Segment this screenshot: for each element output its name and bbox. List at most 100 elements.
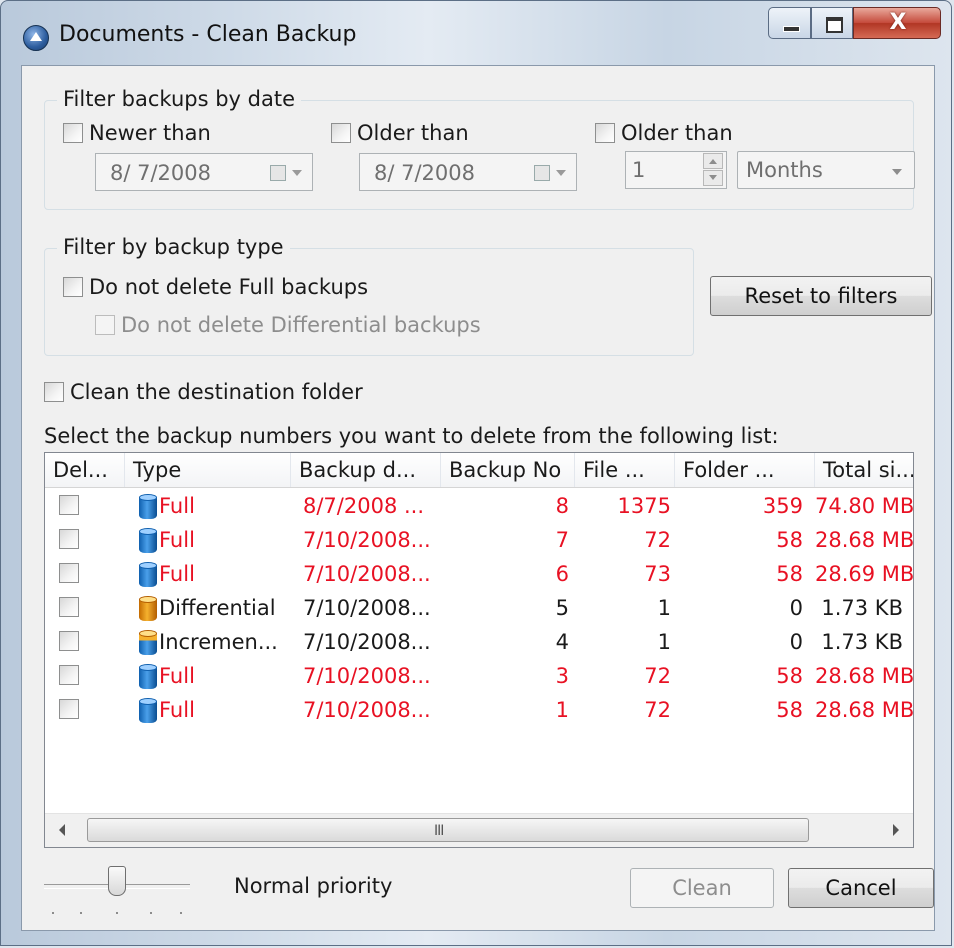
period-unit-value: Months: [746, 158, 823, 182]
cell-folders: 0: [789, 596, 803, 620]
maximize-button[interactable]: [811, 7, 853, 39]
cell-type: Full: [159, 494, 195, 518]
full-backup-icon: [139, 494, 157, 519]
cell-backup-date: 7/10/2008...: [303, 630, 431, 654]
cell-folders: 359: [762, 494, 803, 518]
list-header: Del... Type Backup d... Backup No File .…: [45, 453, 913, 488]
reset-to-filters-button[interactable]: Reset to filters: [710, 276, 932, 316]
cell-backup-date: 7/10/2008...: [303, 698, 431, 722]
column-header-files[interactable]: File ...: [575, 453, 675, 487]
cell-backup-no: 3: [555, 664, 569, 688]
cell-type: Differential: [159, 596, 276, 620]
close-button[interactable]: X: [853, 7, 941, 39]
newer-than-date-picker[interactable]: 8/ 7/2008: [95, 153, 313, 191]
cell-backup-date: 7/10/2008...: [303, 562, 431, 586]
scroll-left-icon[interactable]: [59, 824, 65, 836]
scrollbar-thumb[interactable]: III: [87, 818, 809, 842]
cell-backup-date: 7/10/2008...: [303, 528, 431, 552]
maximize-icon: [826, 17, 843, 33]
cell-backup-no: 7: [555, 528, 569, 552]
full-backup-icon: [139, 528, 157, 553]
no-full-checkbox-row[interactable]: Do not delete Full backups: [63, 275, 368, 299]
table-row[interactable]: Full 7/10/2008... 3 72 58 28.68 MB: [45, 659, 913, 693]
spinner-buttons: [703, 153, 725, 187]
column-header-backup-no[interactable]: Backup No: [441, 453, 575, 487]
clean-button[interactable]: Clean: [630, 868, 774, 908]
table-row[interactable]: Full 7/10/2008... 7 72 58 28.68 MB: [45, 523, 913, 557]
slider-tick: [150, 912, 152, 914]
cell-files: 72: [644, 698, 671, 722]
cell-files: 1375: [617, 494, 671, 518]
horizontal-scrollbar[interactable]: III: [45, 813, 913, 847]
cell-folders: 0: [789, 630, 803, 654]
slider-tick: [52, 912, 54, 914]
period-amount-spinner[interactable]: 1: [625, 151, 727, 189]
row-delete-checkbox[interactable]: [59, 699, 79, 719]
older-than-period-label: Older than: [621, 121, 733, 145]
scroll-right-icon[interactable]: [893, 824, 899, 836]
chevron-down-icon: [892, 169, 902, 175]
filter-by-date-group: Filter backups by date Newer than 8/ 7/2…: [44, 87, 915, 210]
older-than-period-checkbox[interactable]: [595, 123, 615, 143]
table-row[interactable]: Differential 7/10/2008... 5 1 0 1.73 KB: [45, 591, 913, 625]
row-delete-checkbox[interactable]: [59, 495, 79, 515]
row-delete-checkbox[interactable]: [59, 563, 79, 583]
cell-type: Full: [159, 664, 195, 688]
row-delete-checkbox[interactable]: [59, 529, 79, 549]
cell-files: 73: [644, 562, 671, 586]
cell-total-size: 28.69 MB: [815, 562, 914, 586]
no-differential-label: Do not delete Differential backups: [121, 313, 481, 337]
slider-tick: [116, 912, 118, 914]
spinner-up-button[interactable]: [703, 153, 723, 169]
cell-type: Full: [159, 698, 195, 722]
clean-backup-window: Documents - Clean Backup X Filter backup…: [0, 0, 952, 946]
table-row[interactable]: Incremen... 7/10/2008... 4 1 0 1.73 KB: [45, 625, 913, 659]
priority-slider-thumb[interactable]: [108, 866, 126, 896]
table-row[interactable]: Full 8/7/2008 ... 8 1375 359 74.80 MB: [45, 489, 913, 523]
slider-tick: [80, 912, 82, 914]
clean-destination-checkbox-row[interactable]: Clean the destination folder: [44, 380, 363, 404]
backup-list[interactable]: Del... Type Backup d... Backup No File .…: [44, 452, 914, 848]
period-unit-select[interactable]: Months: [737, 151, 915, 189]
cell-backup-no: 6: [555, 562, 569, 586]
row-delete-checkbox[interactable]: [59, 631, 79, 651]
no-full-label: Do not delete Full backups: [89, 275, 369, 299]
full-backup-icon: [139, 698, 157, 723]
cell-backup-date: 7/10/2008...: [303, 596, 431, 620]
clean-destination-label: Clean the destination folder: [70, 380, 363, 404]
column-header-delete[interactable]: Del...: [45, 453, 125, 487]
cancel-button[interactable]: Cancel: [788, 868, 934, 908]
cell-backup-date: 7/10/2008...: [303, 664, 431, 688]
filter-by-date-legend: Filter backups by date: [57, 87, 301, 111]
row-delete-checkbox[interactable]: [59, 597, 79, 617]
cell-backup-no: 1: [555, 698, 569, 722]
newer-than-checkbox[interactable]: [63, 123, 83, 143]
clean-destination-checkbox[interactable]: [44, 382, 64, 402]
row-delete-checkbox[interactable]: [59, 665, 79, 685]
no-differential-checkbox[interactable]: [95, 315, 115, 335]
older-than-date-label: Older than: [357, 121, 469, 145]
period-amount-value: 1: [632, 158, 646, 182]
older-than-date-checkbox[interactable]: [331, 123, 351, 143]
older-than-date-checkbox-row[interactable]: Older than: [331, 121, 469, 145]
newer-than-checkbox-row[interactable]: Newer than: [63, 121, 211, 145]
cell-total-size: 28.68 MB: [815, 664, 914, 688]
table-row[interactable]: Full 7/10/2008... 1 72 58 28.68 MB: [45, 693, 913, 727]
cell-files: 1: [657, 630, 671, 654]
title-bar[interactable]: Documents - Clean Backup X: [1, 1, 951, 63]
spinner-down-button[interactable]: [703, 170, 723, 186]
column-header-type[interactable]: Type: [125, 453, 291, 487]
column-header-total-size[interactable]: Total si...: [815, 453, 913, 487]
minimize-button[interactable]: [768, 7, 811, 39]
cell-folders: 58: [776, 562, 803, 586]
column-header-backup-date[interactable]: Backup d...: [291, 453, 441, 487]
no-differential-checkbox-row[interactable]: Do not delete Differential backups: [95, 313, 481, 337]
table-row[interactable]: Full 7/10/2008... 6 73 58 28.69 MB: [45, 557, 913, 591]
no-full-checkbox[interactable]: [63, 277, 83, 297]
older-than-date-picker[interactable]: 8/ 7/2008: [359, 153, 577, 191]
cell-backup-date: 8/7/2008 ...: [303, 494, 425, 518]
column-header-folders[interactable]: Folder ...: [675, 453, 815, 487]
dialog-client-area: Filter backups by date Newer than 8/ 7/2…: [21, 65, 935, 931]
older-than-period-checkbox-row[interactable]: Older than: [595, 121, 733, 145]
cell-folders: 58: [776, 698, 803, 722]
